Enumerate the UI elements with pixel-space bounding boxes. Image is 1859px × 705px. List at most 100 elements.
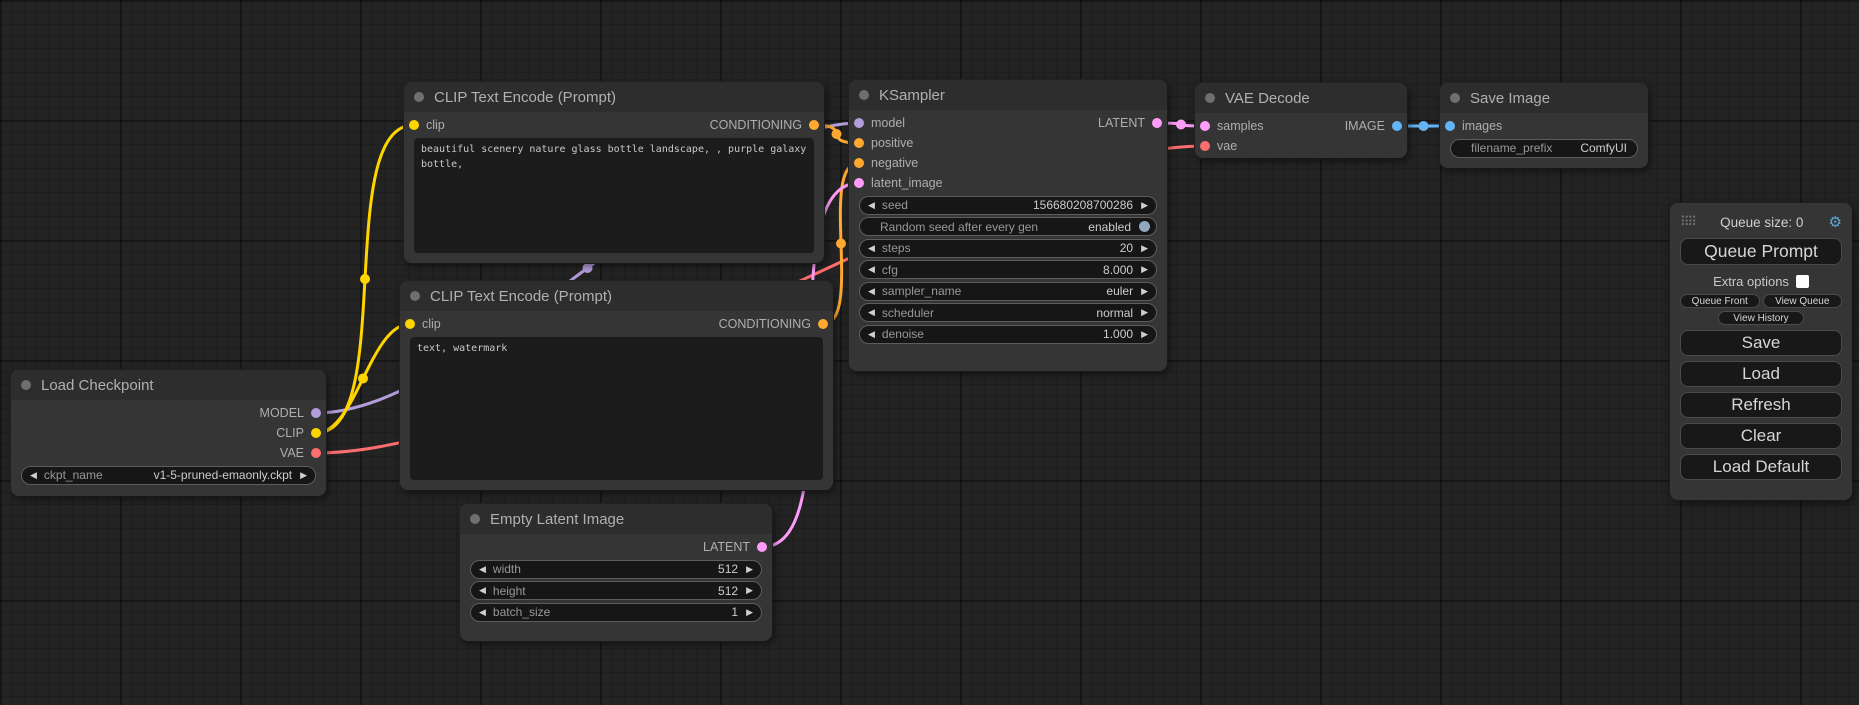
input-slot-model[interactable]: model [849, 116, 905, 130]
node-load-checkpoint[interactable]: Load Checkpoint MODEL CLIP VAE [11, 370, 326, 496]
decrement-arrow-icon[interactable]: ◀ [868, 201, 875, 210]
vae-input-dot[interactable] [1200, 141, 1210, 151]
increment-arrow-icon[interactable]: ▶ [1141, 287, 1148, 296]
samples-input-dot[interactable] [1200, 121, 1210, 131]
node-empty-latent-image[interactable]: Empty Latent Image LATENT ◀ width 512 ▶ … [460, 504, 772, 641]
widget-steps[interactable]: ◀ steps 20 ▶ [859, 239, 1157, 258]
output-slot-vae[interactable]: VAE [280, 446, 326, 460]
decrement-arrow-icon[interactable]: ◀ [868, 244, 875, 253]
model-output-dot[interactable] [311, 408, 321, 418]
negative-prompt-textarea[interactable]: text, watermark [410, 337, 823, 480]
input-slot-clip[interactable]: clip [404, 118, 445, 132]
collapse-dot-icon[interactable] [470, 514, 480, 524]
toggle-knob-icon[interactable] [1139, 221, 1150, 232]
view-queue-button[interactable]: View Queue [1763, 294, 1843, 308]
node-vae-decode[interactable]: VAE Decode samples IMAGE vae [1195, 83, 1407, 158]
collapse-dot-icon[interactable] [1205, 93, 1215, 103]
node-title-bar[interactable]: KSampler [849, 80, 1167, 110]
node-title-bar[interactable]: VAE Decode [1195, 83, 1407, 113]
queue-front-button[interactable]: Queue Front [1680, 294, 1760, 308]
node-clip-text-encode-positive[interactable]: CLIP Text Encode (Prompt) clip CONDITION… [404, 82, 824, 263]
output-slot-latent[interactable]: LATENT [703, 540, 772, 554]
node-title-bar[interactable]: CLIP Text Encode (Prompt) [400, 281, 833, 311]
latent-output-dot[interactable] [757, 542, 767, 552]
node-title-bar[interactable]: Load Checkpoint [11, 370, 326, 400]
increment-arrow-icon[interactable]: ▶ [746, 586, 753, 595]
input-slot-negative[interactable]: negative [849, 156, 918, 170]
increment-arrow-icon[interactable]: ▶ [300, 471, 307, 480]
image-output-dot[interactable] [1392, 121, 1402, 131]
decrement-arrow-icon[interactable]: ◀ [30, 471, 37, 480]
increment-arrow-icon[interactable]: ▶ [746, 608, 753, 617]
collapse-dot-icon[interactable] [1450, 93, 1460, 103]
vae-output-dot[interactable] [311, 448, 321, 458]
node-graph-canvas[interactable]: Load Checkpoint MODEL CLIP VAE [0, 0, 1859, 705]
decrement-arrow-icon[interactable]: ◀ [479, 586, 486, 595]
conditioning-output-dot[interactable] [809, 120, 819, 130]
extra-options-checkbox[interactable] [1796, 275, 1809, 288]
widget-height[interactable]: ◀ height 512 ▶ [470, 581, 762, 600]
clip-input-dot[interactable] [405, 319, 415, 329]
widget-filename-prefix[interactable]: filename_prefix ComfyUI [1450, 139, 1638, 158]
node-ksampler[interactable]: KSampler model LATENT positive [849, 80, 1167, 371]
clip-output-dot[interactable] [311, 428, 321, 438]
output-slot-clip[interactable]: CLIP [276, 426, 326, 440]
latent-image-input-dot[interactable] [854, 178, 864, 188]
load-default-button[interactable]: Load Default [1680, 454, 1842, 480]
save-button[interactable]: Save [1680, 330, 1842, 356]
widget-random-seed-toggle[interactable]: Random seed after every gen enabled [859, 217, 1157, 236]
load-button[interactable]: Load [1680, 361, 1842, 387]
widget-batch-size[interactable]: ◀ batch_size 1 ▶ [470, 603, 762, 622]
input-slot-vae[interactable]: vae [1195, 139, 1237, 153]
latent-output-dot[interactable] [1152, 118, 1162, 128]
widget-ckpt-name[interactable]: ◀ ckpt_name v1-5-pruned-emaonly.ckpt ▶ [21, 466, 316, 485]
increment-arrow-icon[interactable]: ▶ [1141, 201, 1148, 210]
output-slot-conditioning[interactable]: CONDITIONING [710, 118, 824, 132]
model-input-dot[interactable] [854, 118, 864, 128]
collapse-dot-icon[interactable] [410, 291, 420, 301]
increment-arrow-icon[interactable]: ▶ [746, 565, 753, 574]
decrement-arrow-icon[interactable]: ◀ [868, 308, 875, 317]
collapse-dot-icon[interactable] [414, 92, 424, 102]
output-slot-model[interactable]: MODEL [260, 406, 326, 420]
clip-input-dot[interactable] [409, 120, 419, 130]
input-slot-samples[interactable]: samples [1195, 119, 1264, 133]
negative-input-dot[interactable] [854, 158, 864, 168]
positive-input-dot[interactable] [854, 138, 864, 148]
input-slot-clip[interactable]: clip [400, 317, 441, 331]
widget-sampler-name[interactable]: ◀ sampler_name euler ▶ [859, 282, 1157, 301]
increment-arrow-icon[interactable]: ▶ [1141, 265, 1148, 274]
output-slot-image[interactable]: IMAGE [1345, 119, 1407, 133]
node-clip-text-encode-negative[interactable]: CLIP Text Encode (Prompt) clip CONDITION… [400, 281, 833, 490]
refresh-button[interactable]: Refresh [1680, 392, 1842, 418]
collapse-dot-icon[interactable] [859, 90, 869, 100]
output-slot-latent[interactable]: LATENT [1098, 116, 1167, 130]
clear-button[interactable]: Clear [1680, 423, 1842, 449]
images-input-dot[interactable] [1445, 121, 1455, 131]
decrement-arrow-icon[interactable]: ◀ [479, 565, 486, 574]
drag-handle-icon[interactable]: ⠿⠿ [1680, 214, 1695, 230]
decrement-arrow-icon[interactable]: ◀ [479, 608, 486, 617]
input-slot-latent-image[interactable]: latent_image [849, 176, 943, 190]
node-title-bar[interactable]: Empty Latent Image [460, 504, 772, 534]
positive-prompt-textarea[interactable]: beautiful scenery nature glass bottle la… [414, 138, 814, 253]
settings-gear-icon[interactable]: ⚙ [1829, 213, 1842, 231]
increment-arrow-icon[interactable]: ▶ [1141, 244, 1148, 253]
conditioning-output-dot[interactable] [818, 319, 828, 329]
decrement-arrow-icon[interactable]: ◀ [868, 265, 875, 274]
node-title-bar[interactable]: Save Image [1440, 83, 1648, 113]
node-save-image[interactable]: Save Image images filename_prefix ComfyU… [1440, 83, 1648, 168]
increment-arrow-icon[interactable]: ▶ [1141, 308, 1148, 317]
input-slot-positive[interactable]: positive [849, 136, 913, 150]
widget-cfg[interactable]: ◀ cfg 8.000 ▶ [859, 260, 1157, 279]
widget-seed[interactable]: ◀ seed 156680208700286 ▶ [859, 196, 1157, 215]
queue-prompt-button[interactable]: Queue Prompt [1680, 238, 1842, 265]
decrement-arrow-icon[interactable]: ◀ [868, 330, 875, 339]
collapse-dot-icon[interactable] [21, 380, 31, 390]
decrement-arrow-icon[interactable]: ◀ [868, 287, 875, 296]
node-title-bar[interactable]: CLIP Text Encode (Prompt) [404, 82, 824, 112]
widget-scheduler[interactable]: ◀ scheduler normal ▶ [859, 303, 1157, 322]
increment-arrow-icon[interactable]: ▶ [1141, 330, 1148, 339]
widget-denoise[interactable]: ◀ denoise 1.000 ▶ [859, 325, 1157, 344]
widget-width[interactable]: ◀ width 512 ▶ [470, 560, 762, 579]
